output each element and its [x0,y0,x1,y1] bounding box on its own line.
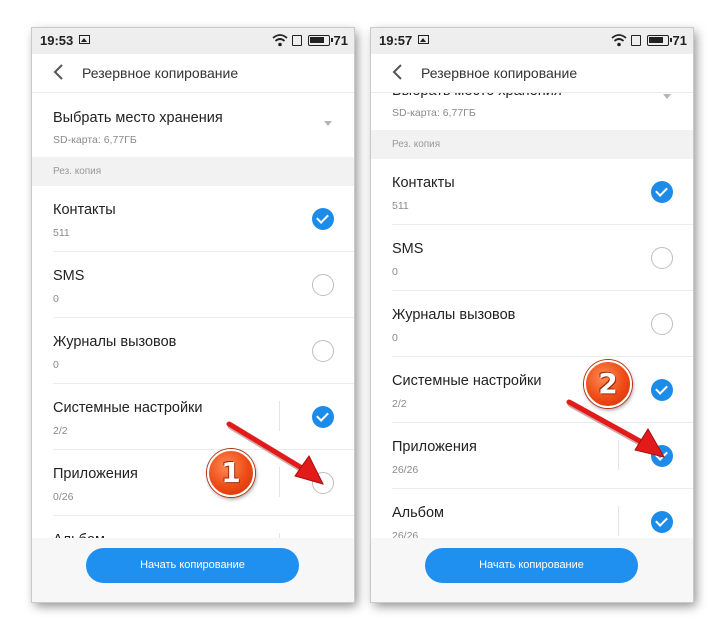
checkbox-checked[interactable] [312,208,334,230]
top-bar: Резервное копирование [32,54,354,93]
item-name: Контакты [392,175,455,191]
back-arrow-icon[interactable] [391,64,403,80]
start-backup-button[interactable]: Начать копирование [425,548,638,583]
item-name: SMS [53,268,85,284]
phone-screen-right: 19:57 71 Выбрать место хранения SD-карта… [371,28,693,602]
wifi-icon [611,34,627,47]
status-time: 19:57 [379,33,413,48]
item-name: Журналы вызовов [392,307,516,323]
image-icon [79,35,90,44]
phone-screen-left: 19:53 71 Резервное копирование Выбрать м… [32,28,354,602]
list-item-contacts[interactable]: Контакты 511 [32,186,354,252]
back-arrow-icon[interactable] [52,64,64,80]
image-icon [418,35,429,44]
checkbox-checked[interactable] [651,181,673,203]
item-count: 0 [53,359,59,371]
section-header: Рез. копия [371,130,693,159]
sim-icon [631,35,641,46]
sim-icon [292,35,302,46]
item-count: 26/26 [392,464,419,476]
item-count: 0/26 [53,491,74,503]
storage-location-selector[interactable]: Выбрать место хранения SD-карта: 6,77ГБ [32,93,354,157]
checkbox-unchecked[interactable] [312,340,334,362]
storage-value: SD-карта: 6,77ГБ [53,134,137,146]
status-bar: 19:57 71 [371,28,693,54]
item-name: Системные настройки [53,400,203,416]
storage-value: SD-карта: 6,77ГБ [392,107,476,119]
checkbox-checked[interactable] [651,511,673,533]
checkbox-unchecked[interactable] [651,247,673,269]
item-name: Приложения [53,466,138,482]
step-badge-1: 1 [207,449,255,497]
page-title: Резервное копирование [421,65,578,81]
battery-icon [647,35,672,46]
vertical-separator [618,506,619,536]
bottom-bar: Начать копирование [371,538,693,602]
page-title: Резервное копирование [82,65,239,81]
step-badge-2: 2 [584,360,632,408]
section-header-label: Рез. копия [392,139,441,150]
storage-title: Выбрать место хранения [53,110,223,126]
wifi-icon [272,34,288,47]
item-name: Системные настройки [392,373,542,389]
item-count: 0 [53,293,59,305]
list-item-call-logs[interactable]: Журналы вызовов 0 [32,318,354,384]
item-name: Приложения [392,439,477,455]
section-header: Рез. копия [32,157,354,186]
list-item-call-logs[interactable]: Журналы вызовов 0 [371,291,693,357]
top-bar: Резервное копирование [371,54,693,93]
list-item-sms[interactable]: SMS 0 [371,225,693,291]
item-count: 511 [53,227,70,239]
status-bar: 19:53 71 [32,28,354,54]
item-count: 2/2 [53,425,68,437]
item-name: Журналы вызовов [53,334,177,350]
checkbox-unchecked[interactable] [651,313,673,335]
item-count: 511 [392,200,409,212]
item-count: 0 [392,332,398,344]
start-backup-button[interactable]: Начать копирование [86,548,299,583]
checkbox-unchecked[interactable] [312,274,334,296]
dropdown-arrow-icon[interactable] [324,121,332,126]
item-count: 2/2 [392,398,407,410]
item-count: 0 [392,266,398,278]
battery-level: 71 [333,33,348,48]
item-name: SMS [392,241,424,257]
list-item-contacts[interactable]: Контакты 511 [371,159,693,225]
item-name: Альбом [392,505,445,521]
item-name: Контакты [53,202,116,218]
dropdown-arrow-icon[interactable] [663,94,671,99]
battery-icon [308,35,333,46]
battery-level: 71 [672,33,687,48]
bottom-bar: Начать копирование [32,538,354,602]
annotation-arrow-2 [566,399,666,458]
section-header-label: Рез. копия [53,166,102,177]
status-time: 19:53 [40,33,74,48]
list-item-sms[interactable]: SMS 0 [32,252,354,318]
